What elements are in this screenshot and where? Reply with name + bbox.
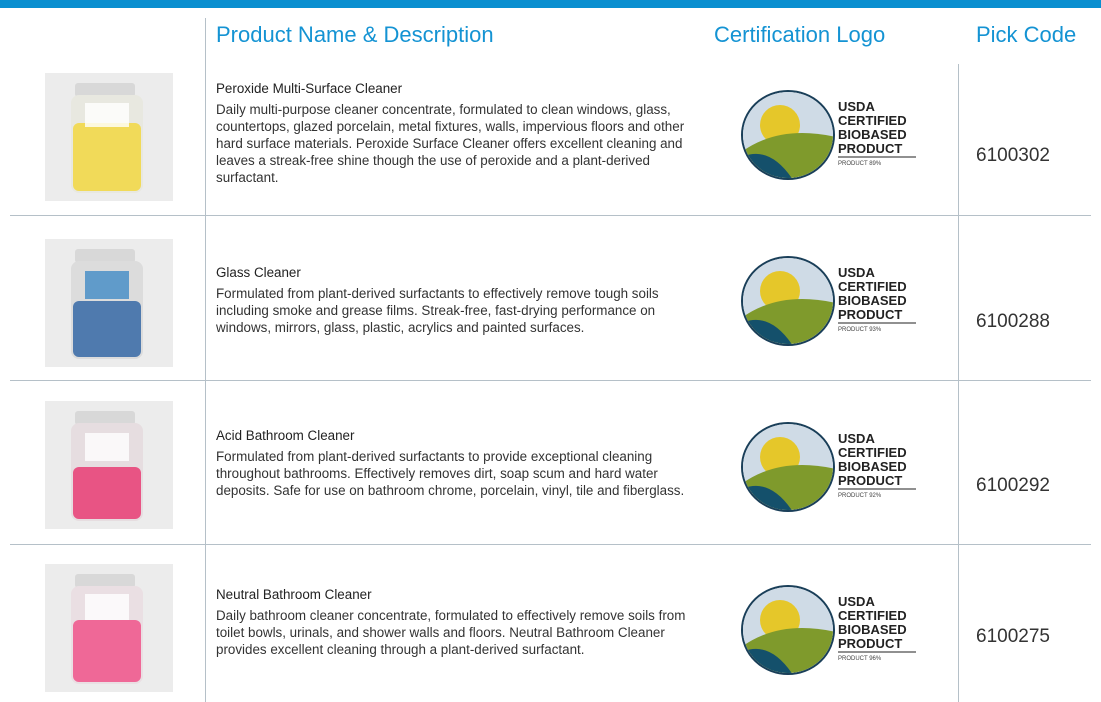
pick-code: 6100302 <box>976 145 1050 166</box>
usda-biobased-logo: USDA CERTIFIED BIOBASED PRODUCT PRODUCT … <box>741 256 916 346</box>
logo-line1: USDA <box>838 265 875 280</box>
product-name: Glass Cleaner <box>216 265 301 280</box>
header-certification: Certification Logo <box>714 22 886 47</box>
logo-line1: USDA <box>838 99 875 114</box>
header-pick-code: Pick Code <box>976 22 1077 47</box>
product-bottle-image <box>45 239 173 367</box>
product-description: Acid Bathroom Cleaner Formulated from pl… <box>216 427 686 499</box>
pick-code: 6100292 <box>976 475 1050 496</box>
logo-line2: CERTIFIED <box>838 445 907 460</box>
logo-line4: PRODUCT <box>838 636 902 651</box>
product-text: Daily multi-purpose cleaner concentrate,… <box>216 102 685 185</box>
column-divider <box>205 18 206 702</box>
product-name: Neutral Bathroom Cleaner <box>216 587 372 602</box>
product-bottle-image <box>45 564 173 692</box>
logo-line1: USDA <box>838 431 875 446</box>
usda-biobased-logo: USDA CERTIFIED BIOBASED PRODUCT PRODUCT … <box>741 90 916 180</box>
product-text: Formulated from plant-derived surfactant… <box>216 286 659 335</box>
logo-line3: BIOBASED <box>838 622 907 637</box>
product-bottle-image <box>45 401 173 529</box>
usda-biobased-logo: USDA CERTIFIED BIOBASED PRODUCT PRODUCT … <box>741 585 916 675</box>
product-text: Daily bathroom cleaner concentrate, form… <box>216 608 686 657</box>
product-description: Peroxide Multi-Surface Cleaner Daily mul… <box>216 80 686 186</box>
logo-line2: CERTIFIED <box>838 279 907 294</box>
usda-biobased-logo: USDA CERTIFIED BIOBASED PRODUCT PRODUCT … <box>741 422 916 512</box>
logo-percent: PRODUCT 92% <box>838 493 882 499</box>
logo-line2: CERTIFIED <box>838 608 907 623</box>
product-description: Neutral Bathroom Cleaner Daily bathroom … <box>216 586 686 658</box>
logo-line4: PRODUCT <box>838 141 902 156</box>
product-name: Peroxide Multi-Surface Cleaner <box>216 81 403 96</box>
logo-line3: BIOBASED <box>838 293 907 308</box>
product-description: Glass Cleaner Formulated from plant-deri… <box>216 264 686 336</box>
top-accent-bar <box>0 0 1101 8</box>
product-table: Product Name & Description Certification… <box>0 8 1101 702</box>
row-divider <box>10 544 1091 545</box>
logo-line4: PRODUCT <box>838 307 902 322</box>
logo-percent: PRODUCT 96% <box>838 656 882 662</box>
logo-percent: PRODUCT 93% <box>838 327 882 333</box>
header-product: Product Name & Description <box>216 22 494 47</box>
pick-code: 6100288 <box>976 311 1050 332</box>
product-text: Formulated from plant-derived surfactant… <box>216 449 685 498</box>
row-divider <box>10 215 1091 216</box>
row-divider <box>10 380 1091 381</box>
product-name: Acid Bathroom Cleaner <box>216 428 355 443</box>
logo-line3: BIOBASED <box>838 459 907 474</box>
pick-code: 6100275 <box>976 626 1050 647</box>
column-divider <box>958 64 959 702</box>
logo-line1: USDA <box>838 594 875 609</box>
product-bottle-image <box>45 73 173 201</box>
logo-percent: PRODUCT 89% <box>838 161 882 167</box>
logo-line3: BIOBASED <box>838 127 907 142</box>
logo-line2: CERTIFIED <box>838 113 907 128</box>
logo-line4: PRODUCT <box>838 473 902 488</box>
